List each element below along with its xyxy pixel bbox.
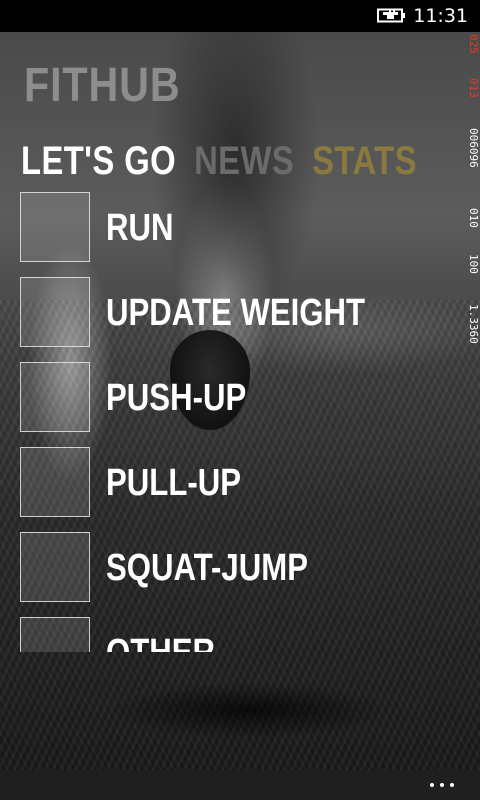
background-ground-crack xyxy=(0,650,480,770)
activity-item-push-up[interactable]: PUSH-UP xyxy=(20,362,460,432)
tab-news[interactable]: NEWS xyxy=(194,138,294,184)
counter-segment: 025 xyxy=(467,34,480,54)
phone-screen: 11:31 025 013 006096 010 100 1.3360 FITH… xyxy=(0,0,480,800)
activity-label: RUN xyxy=(106,207,174,249)
tab-stats[interactable]: STATS xyxy=(312,138,417,184)
activity-item-squat-jump[interactable]: SQUAT-JUMP xyxy=(20,532,460,602)
activity-item-run[interactable]: RUN xyxy=(20,192,460,262)
status-bar: 11:31 xyxy=(0,0,480,32)
frame-rate-counter: 025 013 006096 010 100 1.3360 xyxy=(466,32,480,392)
counter-segment: 006096 xyxy=(467,128,480,168)
activity-thumbnail xyxy=(20,447,90,517)
activity-thumbnail xyxy=(20,617,90,652)
activity-thumbnail xyxy=(20,362,90,432)
activity-item-update-weight[interactable]: UPDATE WEIGHT xyxy=(20,277,460,347)
app-title: FITHUB xyxy=(24,59,181,112)
status-clock: 11:31 xyxy=(413,5,468,27)
activity-thumbnail xyxy=(20,277,90,347)
activity-label: PUSH-UP xyxy=(106,377,247,419)
activity-item-other[interactable]: OTHER xyxy=(20,617,460,652)
pivot-header: LET'S GO NEWS STATS xyxy=(21,138,435,184)
activity-label: OTHER xyxy=(106,631,215,652)
battery-charging-icon xyxy=(377,8,405,23)
counter-segment: 1.3360 xyxy=(467,304,480,344)
activity-label: UPDATE WEIGHT xyxy=(106,292,366,334)
counter-segment: 100 xyxy=(467,254,480,274)
more-dots-icon[interactable] xyxy=(428,776,456,794)
activity-list[interactable]: RUN UPDATE WEIGHT PUSH-UP PULL-UP SQUAT-… xyxy=(20,192,460,652)
activity-label: SQUAT-JUMP xyxy=(106,547,308,589)
counter-segment: 013 xyxy=(467,78,480,98)
activity-item-pull-up[interactable]: PULL-UP xyxy=(20,447,460,517)
activity-thumbnail xyxy=(20,532,90,602)
activity-thumbnail xyxy=(20,192,90,262)
tab-lets-go[interactable]: LET'S GO xyxy=(21,138,176,184)
activity-label: PULL-UP xyxy=(106,462,242,504)
counter-segment: 010 xyxy=(467,208,480,228)
application-bar xyxy=(0,770,480,800)
